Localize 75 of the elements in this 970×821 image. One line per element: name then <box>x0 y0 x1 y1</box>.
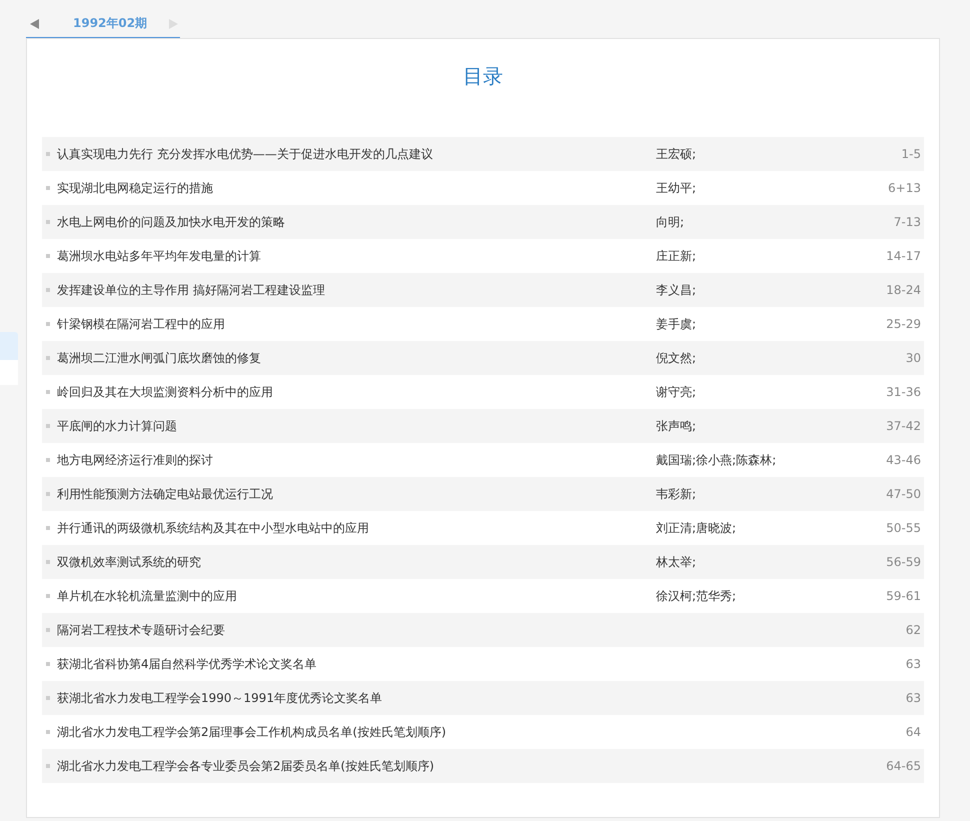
article-title-link[interactable]: 地方电网经济运行准则的探讨 <box>57 452 213 468</box>
article-title-link[interactable]: 利用性能预测方法确定电站最优运行工况 <box>57 486 273 502</box>
article-title-link[interactable]: 发挥建设单位的主导作用 搞好隔河岩工程建设监理 <box>57 282 325 298</box>
page-range: 64 <box>906 725 922 739</box>
article-title-link[interactable]: 隔河岩工程技术专题研讨会纪要 <box>57 622 225 638</box>
bullet-icon <box>46 492 50 496</box>
bullet-icon <box>46 220 50 224</box>
author-names: 徐汉柯;范华秀; <box>656 588 736 602</box>
bullet-icon <box>46 424 50 428</box>
bullet-icon <box>46 696 50 700</box>
article-title-link[interactable]: 水电上网电价的问题及加快水电开发的策略 <box>57 214 285 230</box>
bullet-icon <box>46 764 50 768</box>
bullet-icon <box>46 356 50 360</box>
article-title-link[interactable]: 平底闸的水力计算问题 <box>57 418 177 434</box>
page-range: 64-65 <box>886 759 922 773</box>
bullet-icon <box>46 322 50 326</box>
article-title-link[interactable]: 实现湖北电网稳定运行的措施 <box>57 180 213 196</box>
bullet-icon <box>46 526 50 530</box>
page-range: 1-5 <box>901 147 922 161</box>
bullet-icon <box>46 628 50 632</box>
page-range: 30 <box>906 351 922 365</box>
bullet-icon <box>46 594 50 598</box>
bullet-icon <box>46 254 50 258</box>
bullet-icon <box>46 390 50 394</box>
author-names: 戴国瑞;徐小燕;陈森林; <box>656 452 776 466</box>
bullet-icon <box>46 662 50 666</box>
toc-heading: 目录 <box>463 63 503 90</box>
article-title-link[interactable]: 双微机效率测试系统的研究 <box>57 554 201 570</box>
page-range: 31-36 <box>886 385 922 399</box>
author-names: 姜手虞; <box>656 316 696 330</box>
article-title-link[interactable]: 针梁钢模在隔河岩工程中的应用 <box>57 316 225 332</box>
page-range: 14-17 <box>886 249 922 263</box>
bullet-icon <box>46 730 50 734</box>
article-title-link[interactable]: 获湖北省水力发电工程学会1990～1991年度优秀论文奖名单 <box>57 690 382 706</box>
article-title-link[interactable]: 认真实现电力先行 充分发挥水电优势——关于促进水电开发的几点建议 <box>57 146 433 162</box>
author-names: 王宏硕; <box>656 146 696 160</box>
page-range: 63 <box>906 657 922 671</box>
bullet-icon <box>46 288 50 292</box>
page-range: 18-24 <box>886 283 922 297</box>
bullet-icon <box>46 560 50 564</box>
page-range: 63 <box>906 691 922 705</box>
author-names: 韦彩新; <box>656 486 696 500</box>
article-title-link[interactable]: 获湖北省科协第4届自然科学优秀学术论文奖名单 <box>57 656 317 672</box>
bullet-icon <box>46 458 50 462</box>
article-title-link[interactable]: 湖北省水力发电工程学会第2届理事会工作机构成员名单(按姓氏笔划顺序) <box>57 724 446 740</box>
author-names: 谢守亮; <box>656 384 696 398</box>
author-names: 王幼平; <box>656 180 696 194</box>
bullet-icon <box>46 152 50 156</box>
page-range: 25-29 <box>886 317 922 331</box>
author-names: 李义昌; <box>656 282 696 296</box>
sidebar-tab[interactable] <box>0 360 18 385</box>
article-title-link[interactable]: 单片机在水轮机流量监测中的应用 <box>57 588 237 604</box>
page-range: 7-13 <box>894 215 922 229</box>
page-range: 62 <box>906 623 922 637</box>
sidebar-tab[interactable] <box>0 332 18 360</box>
author-names: 张声鸣; <box>656 418 696 432</box>
page-range: 47-50 <box>886 487 922 501</box>
page-range: 37-42 <box>886 419 922 433</box>
bullet-icon <box>46 186 50 190</box>
previous-arrow-icon[interactable] <box>30 18 39 28</box>
author-names: 庄正新; <box>656 248 696 262</box>
page-range: 59-61 <box>886 589 922 603</box>
page-range: 43-46 <box>886 453 922 467</box>
article-title-link[interactable]: 葛洲坝水电站多年平均年发电量的计算 <box>57 248 261 264</box>
author-names: 倪文然; <box>656 350 696 364</box>
article-title-link[interactable]: 湖北省水力发电工程学会各专业委员会第2届委员名单(按姓氏笔划顺序) <box>57 758 434 774</box>
article-title-link[interactable]: 岭回归及其在大坝监测资料分析中的应用 <box>57 384 273 400</box>
article-title-link[interactable]: 并行通讯的两级微机系统结构及其在中小型水电站中的应用 <box>57 520 369 536</box>
article-title-link[interactable]: 葛洲坝二江泄水闸弧门底坎磨蚀的修复 <box>57 350 261 366</box>
page-range: 56-59 <box>886 555 922 569</box>
author-names: 林太举; <box>656 554 696 568</box>
author-names: 刘正清;唐晓波; <box>656 520 736 534</box>
page-range: 6+13 <box>888 181 922 195</box>
author-names: 向明; <box>656 214 684 228</box>
page-range: 50-55 <box>886 521 922 535</box>
